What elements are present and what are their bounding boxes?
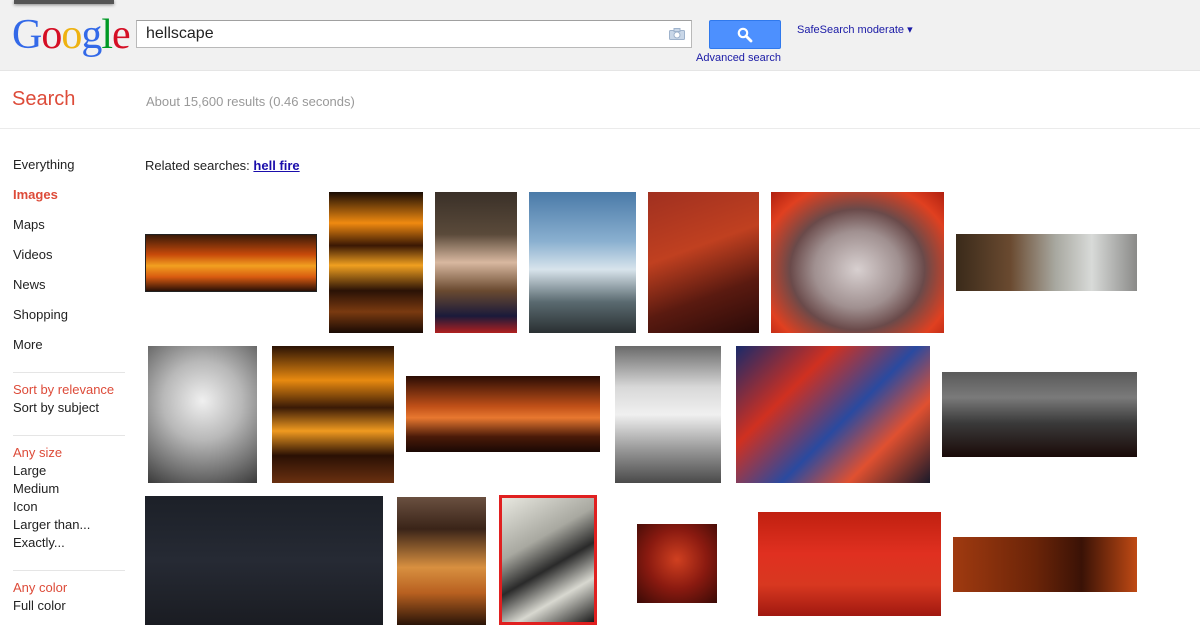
results-stats: About 15,600 results (0.46 seconds) bbox=[146, 94, 355, 109]
magnifier-icon bbox=[737, 27, 753, 43]
left-nav: Everything Images Maps Videos News Shopp… bbox=[13, 157, 133, 616]
search-input[interactable] bbox=[146, 25, 646, 43]
nav-shopping[interactable]: Shopping bbox=[13, 307, 133, 337]
related-prefix: Related searches: bbox=[145, 158, 250, 173]
size-icon[interactable]: Icon bbox=[13, 499, 133, 517]
nav-maps[interactable]: Maps bbox=[13, 217, 133, 247]
logo-letter: G bbox=[12, 12, 42, 58]
divider bbox=[13, 372, 125, 373]
image-result[interactable] bbox=[329, 192, 423, 333]
search-box[interactable] bbox=[136, 20, 692, 48]
image-result[interactable] bbox=[648, 192, 759, 333]
image-result[interactable] bbox=[435, 192, 517, 333]
image-result[interactable] bbox=[272, 346, 394, 483]
logo-letter: o bbox=[61, 12, 82, 58]
divider bbox=[13, 435, 125, 436]
related-link[interactable]: hell fire bbox=[253, 158, 299, 173]
image-result[interactable] bbox=[736, 346, 930, 483]
size-exactly[interactable]: Exactly... bbox=[13, 535, 133, 553]
google-logo[interactable]: Google bbox=[12, 10, 131, 60]
image-result[interactable] bbox=[953, 537, 1137, 592]
top-shadow bbox=[14, 0, 114, 4]
image-result[interactable] bbox=[771, 192, 944, 333]
image-result[interactable] bbox=[942, 372, 1137, 457]
nav-news[interactable]: News bbox=[13, 277, 133, 307]
advanced-search-link[interactable]: Advanced search bbox=[696, 52, 781, 64]
camera-icon[interactable] bbox=[669, 28, 685, 40]
sort-by-relevance: Sort by relevance bbox=[13, 382, 115, 397]
image-result[interactable] bbox=[637, 524, 717, 603]
image-result[interactable] bbox=[148, 346, 257, 483]
color-any: Any color bbox=[13, 580, 68, 595]
nav-everything[interactable]: Everything bbox=[13, 157, 133, 187]
image-result[interactable] bbox=[499, 495, 597, 625]
nav-more[interactable]: More bbox=[13, 337, 133, 353]
size-medium[interactable]: Medium bbox=[13, 481, 133, 499]
logo-letter: g bbox=[81, 12, 102, 58]
logo-letter: l bbox=[101, 12, 113, 58]
image-result[interactable] bbox=[615, 346, 721, 483]
logo-letter: o bbox=[41, 12, 62, 58]
sort-by-subject[interactable]: Sort by subject bbox=[13, 400, 133, 418]
search-button[interactable] bbox=[709, 20, 781, 49]
size-larger-than[interactable]: Larger than... bbox=[13, 517, 133, 535]
image-result[interactable] bbox=[406, 376, 600, 452]
logo-letter: e bbox=[112, 12, 131, 58]
related-searches: Related searches: hell fire bbox=[145, 158, 300, 173]
divider bbox=[13, 570, 125, 571]
image-result[interactable] bbox=[758, 512, 941, 616]
image-result[interactable] bbox=[145, 234, 317, 292]
image-result[interactable] bbox=[529, 192, 636, 333]
size-large[interactable]: Large bbox=[13, 463, 133, 481]
image-result[interactable] bbox=[145, 496, 383, 625]
image-result[interactable] bbox=[956, 234, 1137, 291]
size-any: Any size bbox=[13, 445, 63, 460]
nav-images[interactable]: Images bbox=[13, 187, 133, 217]
color-full[interactable]: Full color bbox=[13, 598, 133, 616]
nav-videos[interactable]: Videos bbox=[13, 247, 133, 277]
search-title: Search bbox=[12, 88, 76, 110]
image-result[interactable] bbox=[397, 497, 486, 625]
safesearch-dropdown[interactable]: SafeSearch moderate ▾ bbox=[797, 23, 913, 36]
